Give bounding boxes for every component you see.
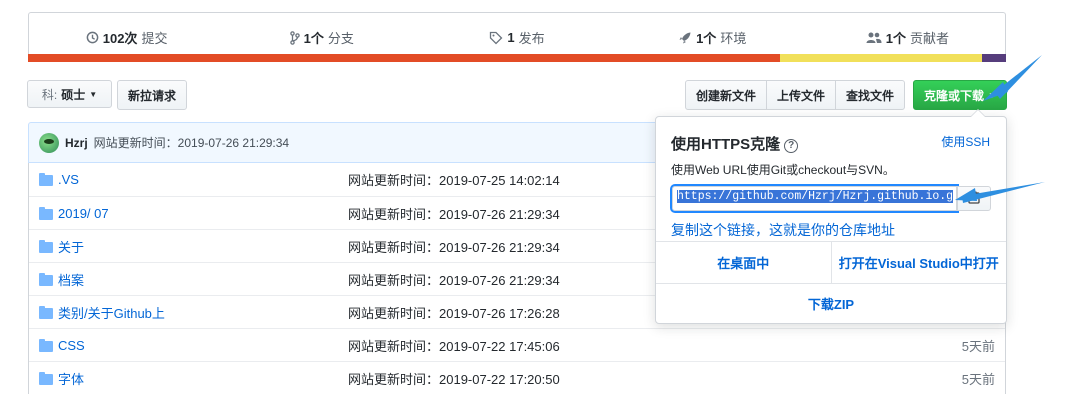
download-zip-button[interactable]: 下载ZIP xyxy=(656,283,1006,323)
folder-icon xyxy=(39,207,53,220)
clone-annotation-note: 复制这个链接，这就是你的仓库地址 xyxy=(671,222,895,238)
language-segment-3 xyxy=(982,54,1006,62)
branch-select-button[interactable]: 科: 硕士 ▼ xyxy=(27,80,112,108)
folder-icon xyxy=(39,173,53,186)
commit-message[interactable]: 网站更新时间：2019-07-26 21:29:34 xyxy=(94,134,289,151)
clone-url-input[interactable]: https://github.com/Hzrj/Hzrj.github.io.g xyxy=(670,184,959,213)
caret-down-icon: ▼ xyxy=(89,89,98,99)
people-icon xyxy=(866,31,882,44)
file-commit-message[interactable]: 网站更新时间：2019-07-25 14:02:14 xyxy=(348,170,560,189)
folder-icon xyxy=(39,372,53,385)
file-commit-message[interactable]: 网站更新时间：2019-07-22 17:20:50 xyxy=(348,369,560,388)
file-commit-message[interactable]: 网站更新时间：2019-07-26 21:29:34 xyxy=(348,270,560,289)
open-actions: 在桌面中 打开在Visual Studio中打开 xyxy=(656,241,1006,283)
file-name-link[interactable]: 档案 xyxy=(58,270,84,289)
file-row: CSS 网站更新时间：2019-07-22 17:45:06 5天前 xyxy=(29,328,1005,361)
question-icon[interactable]: ? xyxy=(784,139,799,153)
branch-icon xyxy=(289,30,300,45)
open-in-desktop-button[interactable]: 在桌面中 xyxy=(656,242,832,283)
clone-download-button[interactable]: 克隆或下载 ▼ xyxy=(913,80,1007,110)
folder-icon xyxy=(39,306,53,319)
file-age: 5天前 xyxy=(961,338,995,354)
branch-value: 硕士 xyxy=(61,87,86,102)
language-segment-2 xyxy=(780,54,982,62)
clone-dropdown: 使用HTTPS克隆? 使用SSH 使用Web URL使用Git或checkout… xyxy=(655,109,1007,324)
language-segment-1 xyxy=(28,54,780,62)
open-in-visual-studio-button[interactable]: 打开在Visual Studio中打开 xyxy=(832,242,1007,283)
tag-icon xyxy=(489,31,503,45)
commit-author[interactable]: Hzrj xyxy=(65,136,88,150)
clipboard-icon xyxy=(968,191,980,207)
language-bar[interactable] xyxy=(28,54,1006,62)
file-name-link[interactable]: .VS xyxy=(58,172,79,187)
file-commit-message[interactable]: 网站更新时间：2019-07-26 21:29:34 xyxy=(348,204,560,223)
clone-download-label: 克隆或下载 xyxy=(924,88,985,103)
file-name-link[interactable]: 类别/关于Github上 xyxy=(58,303,165,322)
clone-title: 使用HTTPS克隆? xyxy=(671,133,799,154)
copy-to-clipboard-button[interactable] xyxy=(957,186,991,211)
folder-icon xyxy=(39,273,53,286)
clone-url-text: https://github.com/Hzrj/Hzrj.github.io.g xyxy=(677,190,954,203)
file-commit-message[interactable]: 网站更新时间：2019-07-26 21:29:34 xyxy=(348,237,560,256)
folder-icon xyxy=(39,240,53,253)
avatar[interactable] xyxy=(39,132,59,153)
clone-description: 使用Web URL使用Git或checkout与SVN。 xyxy=(671,163,895,177)
file-commit-message[interactable]: 网站更新时间：2019-07-26 17:26:28 xyxy=(348,303,560,322)
commit-icon xyxy=(86,31,99,44)
use-ssh-link[interactable]: 使用SSH xyxy=(941,133,990,150)
file-commit-message[interactable]: 网站更新时间：2019-07-22 17:45:06 xyxy=(348,336,560,355)
file-name-link[interactable]: CSS xyxy=(58,338,85,353)
file-age: 5天前 xyxy=(961,371,995,387)
folder-icon xyxy=(39,339,53,352)
rocket-icon xyxy=(678,31,692,45)
file-name-link[interactable]: 2019/ 07 xyxy=(58,206,109,221)
file-row: 字体 网站更新时间：2019-07-22 17:20:50 5天前 xyxy=(29,361,1005,394)
caret-down-icon: ▼ xyxy=(988,90,996,100)
create-file-button[interactable]: 创建新文件 xyxy=(685,80,768,110)
upload-files-button[interactable]: 上传文件 xyxy=(766,80,837,110)
find-file-button[interactable]: 查找文件 xyxy=(835,80,906,110)
file-actions-group: 创建新文件 上传文件 查找文件 xyxy=(685,80,906,110)
new-pull-request-button[interactable]: 新拉请求 xyxy=(117,80,187,110)
file-name-link[interactable]: 关于 xyxy=(58,237,84,256)
file-name-link[interactable]: 字体 xyxy=(58,369,84,388)
branch-label: 科: xyxy=(41,87,58,102)
